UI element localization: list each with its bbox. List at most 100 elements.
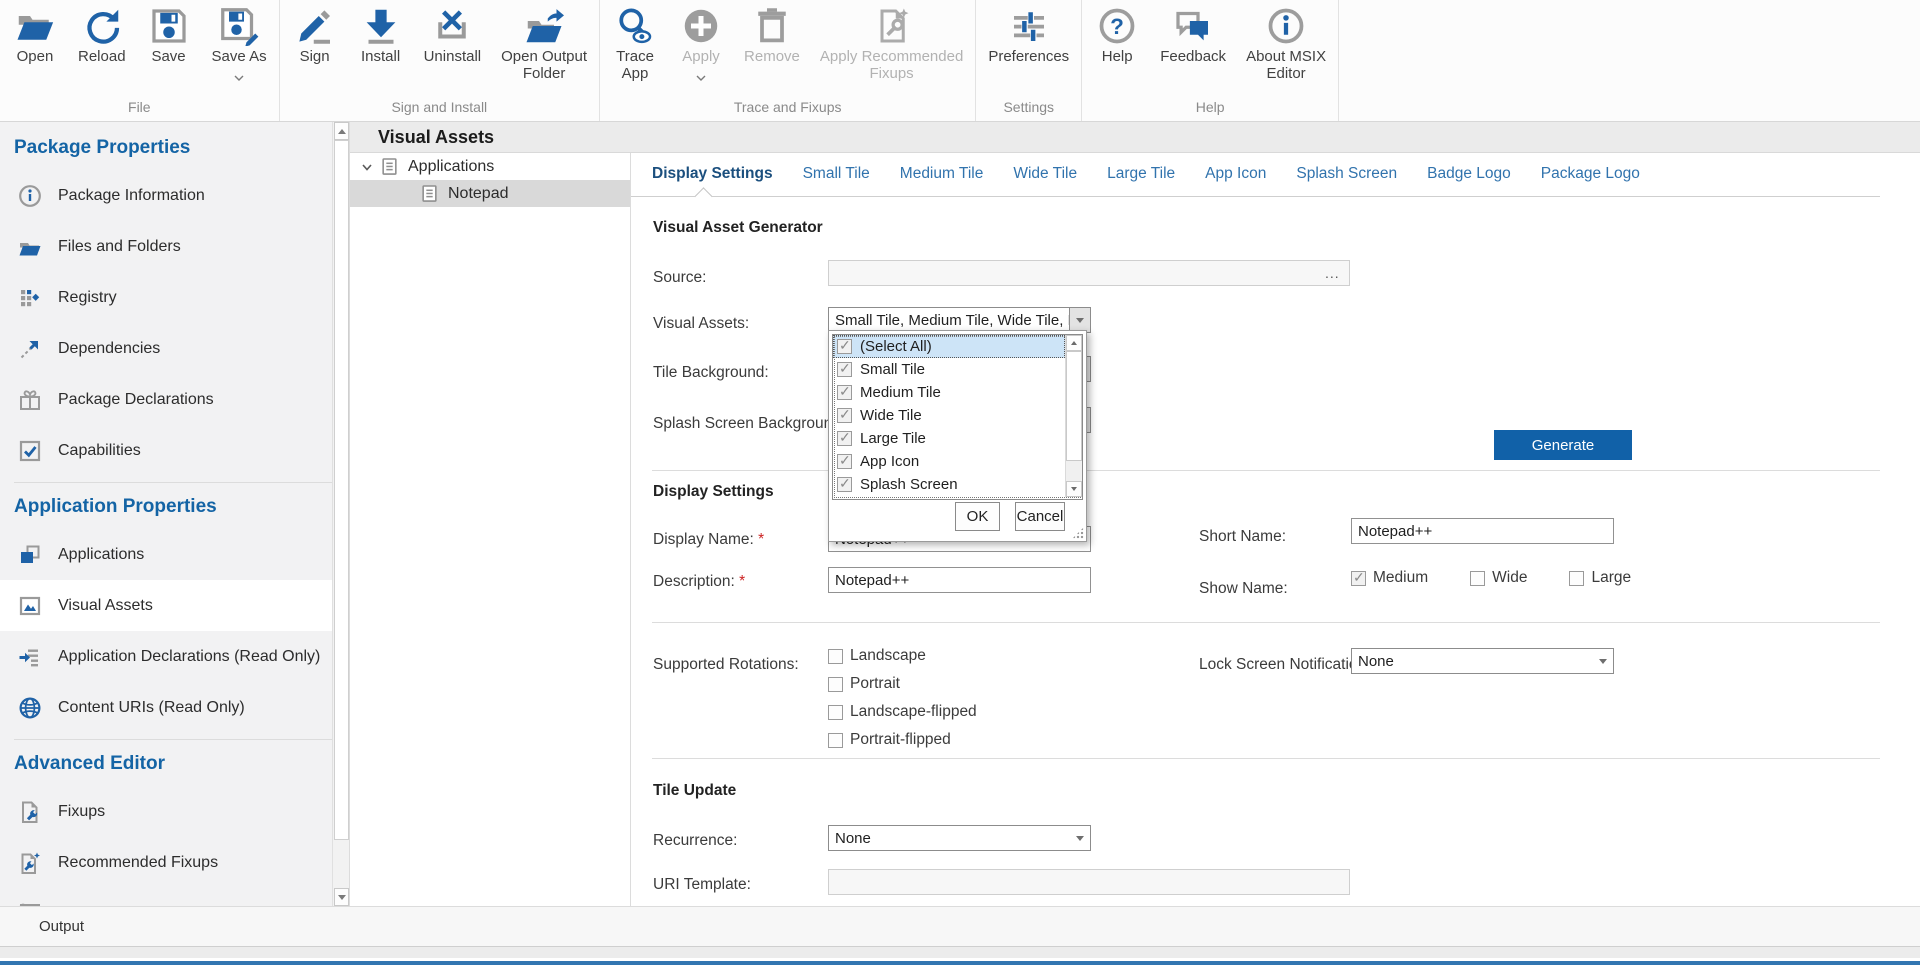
combo-dropdown-button[interactable] bbox=[1592, 649, 1613, 673]
show-name-option-large[interactable]: Large bbox=[1569, 569, 1631, 587]
toolbar-group-label: Settings bbox=[988, 94, 1069, 121]
scroll-up-icon[interactable] bbox=[1066, 335, 1082, 351]
lock-screen-notifications-combobox[interactable]: None bbox=[1351, 648, 1614, 674]
rotation-option-landscape-flipped[interactable]: Landscape-flipped bbox=[828, 703, 977, 721]
dropdown-option-wide-tile[interactable]: Wide Tile bbox=[833, 404, 1065, 427]
sidebar-item-label: Visual Assets bbox=[58, 597, 153, 615]
rotation-option-portrait[interactable]: Portrait bbox=[828, 675, 977, 693]
checkbox[interactable] bbox=[837, 454, 852, 469]
sidebar-item-registry[interactable]: Registry bbox=[0, 272, 332, 323]
sidebar-item-app-manifest-read-only[interactable]: App Manifest (Read Only) bbox=[0, 888, 332, 906]
tab-wide-tile[interactable]: Wide Tile bbox=[1013, 165, 1077, 183]
checkbox[interactable] bbox=[1470, 571, 1485, 586]
toolbar-button-save-as[interactable]: Save As bbox=[212, 6, 267, 74]
checkbox[interactable] bbox=[1351, 571, 1366, 586]
tab-large-tile[interactable]: Large Tile bbox=[1107, 165, 1175, 183]
sidebar-item-capabilities[interactable]: Capabilities bbox=[0, 425, 332, 476]
rotation-option-landscape[interactable]: Landscape bbox=[828, 647, 977, 665]
browse-button[interactable]: ... bbox=[1325, 265, 1340, 281]
dropdown-option-app-icon[interactable]: App Icon bbox=[833, 450, 1065, 473]
required-marker: * bbox=[739, 573, 745, 590]
checkbox[interactable] bbox=[828, 649, 843, 664]
sidebar-item-applications[interactable]: Applications bbox=[0, 529, 332, 580]
cancel-button[interactable]: Cancel bbox=[1015, 502, 1065, 531]
sidebar-item-recommended-fixups[interactable]: Recommended Fixups bbox=[0, 837, 332, 888]
scroll-down-icon[interactable] bbox=[1066, 481, 1082, 497]
output-label: Output bbox=[0, 918, 84, 935]
show-name-option-wide[interactable]: Wide bbox=[1470, 569, 1527, 587]
checkbox[interactable] bbox=[837, 362, 852, 377]
required-marker: * bbox=[758, 531, 764, 548]
sidebar-item-application-declarations-read-only[interactable]: Application Declarations (Read Only) bbox=[0, 631, 332, 682]
tab-small-tile[interactable]: Small Tile bbox=[803, 165, 870, 183]
ok-button[interactable]: OK bbox=[955, 502, 1000, 531]
scrollbar-thumb[interactable] bbox=[1066, 351, 1082, 461]
toolbar-button-uninstall[interactable]: Uninstall bbox=[424, 6, 482, 66]
dropdown-option-splash-screen[interactable]: Splash Screen bbox=[833, 473, 1065, 496]
sidebar-item-package-information[interactable]: Package Information bbox=[0, 170, 332, 221]
tree-node-applications[interactable]: Applications bbox=[350, 153, 630, 180]
sidebar-item-content-uris-read-only[interactable]: Content URIs (Read Only) bbox=[0, 682, 332, 733]
checkbox[interactable] bbox=[1569, 571, 1584, 586]
toolbar-button-preferences[interactable]: Preferences bbox=[988, 6, 1069, 66]
chevron-down-icon[interactable] bbox=[360, 160, 374, 174]
uri-template-input[interactable] bbox=[828, 869, 1350, 895]
scroll-down-icon[interactable] bbox=[334, 888, 349, 906]
toolbar-button-help[interactable]: ?Help bbox=[1094, 6, 1140, 66]
checkbox[interactable] bbox=[837, 339, 852, 354]
toolbar-button-save[interactable]: Save bbox=[146, 6, 192, 66]
checkbox[interactable] bbox=[837, 477, 852, 492]
tab-display-settings[interactable]: Display Settings bbox=[652, 165, 773, 183]
tab-package-logo[interactable]: Package Logo bbox=[1541, 165, 1640, 183]
toolbar-button-sign[interactable]: Sign bbox=[292, 6, 338, 66]
tab-medium-tile[interactable]: Medium Tile bbox=[900, 165, 984, 183]
sidebar-item-fixups[interactable]: Fixups bbox=[0, 786, 332, 837]
sidebar-scrollbar[interactable] bbox=[332, 122, 350, 906]
supported-rotations-label: Supported Rotations: bbox=[653, 656, 799, 674]
generate-button[interactable]: Generate bbox=[1494, 430, 1632, 460]
checkbox[interactable] bbox=[837, 385, 852, 400]
description-input[interactable] bbox=[828, 567, 1091, 593]
toolbar-button-install[interactable]: Install bbox=[358, 6, 404, 66]
checkbox[interactable] bbox=[837, 431, 852, 446]
output-bar[interactable]: Output bbox=[0, 906, 1920, 946]
tab-splash-screen[interactable]: Splash Screen bbox=[1296, 165, 1397, 183]
checkbox[interactable] bbox=[837, 408, 852, 423]
dropdown-option-medium-tile[interactable]: Medium Tile bbox=[833, 381, 1065, 404]
sidebar-item-files-and-folders[interactable]: Files and Folders bbox=[0, 221, 332, 272]
toolbar-button-label: Reload bbox=[78, 49, 126, 66]
bottom-accent-line bbox=[0, 961, 1920, 965]
recurrence-combobox[interactable]: None bbox=[828, 825, 1091, 851]
scroll-up-icon[interactable] bbox=[334, 122, 349, 140]
tab-badge-logo[interactable]: Badge Logo bbox=[1427, 165, 1511, 183]
sidebar-item-dependencies[interactable]: Dependencies bbox=[0, 323, 332, 374]
short-name-input[interactable] bbox=[1351, 518, 1614, 544]
checkbox[interactable] bbox=[828, 733, 843, 748]
applications-tree: Applications Notepad bbox=[350, 153, 631, 906]
checkbox[interactable] bbox=[828, 705, 843, 720]
dropdown-option-large-tile[interactable]: Large Tile bbox=[833, 427, 1065, 450]
dropdown-option-select-all[interactable]: (Select All) bbox=[833, 335, 1065, 358]
dropdown-option-small-tile[interactable]: Small Tile bbox=[833, 358, 1065, 381]
toolbar-button-open-output-folder[interactable]: Open Output Folder bbox=[501, 6, 587, 83]
rotation-option-portrait-flipped[interactable]: Portrait-flipped bbox=[828, 731, 977, 749]
tab-app-icon[interactable]: App Icon bbox=[1205, 165, 1266, 183]
scrollbar-thumb[interactable] bbox=[334, 140, 349, 840]
sidebar-item-package-declarations[interactable]: Package Declarations bbox=[0, 374, 332, 425]
show-name-option-medium[interactable]: Medium bbox=[1351, 569, 1428, 587]
sidebar-item-visual-assets[interactable]: Visual Assets bbox=[0, 580, 332, 631]
resize-grip[interactable] bbox=[1072, 527, 1084, 539]
popup-scrollbar[interactable] bbox=[1065, 335, 1082, 497]
lock-screen-notifications-value: None bbox=[1352, 653, 1592, 670]
toolbar-button-trace-app[interactable]: Trace App bbox=[612, 6, 658, 83]
toolbar-button-about-msix-editor[interactable]: About MSIX Editor bbox=[1246, 6, 1326, 83]
dropdown-option-label: Small Tile bbox=[860, 361, 925, 378]
source-input[interactable] bbox=[828, 260, 1350, 286]
toolbar-button-open[interactable]: Open bbox=[12, 6, 58, 66]
checkbox[interactable] bbox=[828, 677, 843, 692]
toolbar-button-feedback[interactable]: Feedback bbox=[1160, 6, 1226, 66]
combo-dropdown-button[interactable] bbox=[1069, 826, 1090, 850]
tree-node-notepad[interactable]: Notepad bbox=[350, 180, 630, 207]
toolbar-button-reload[interactable]: Reload bbox=[78, 6, 126, 66]
combo-dropdown-button[interactable] bbox=[1069, 308, 1090, 332]
